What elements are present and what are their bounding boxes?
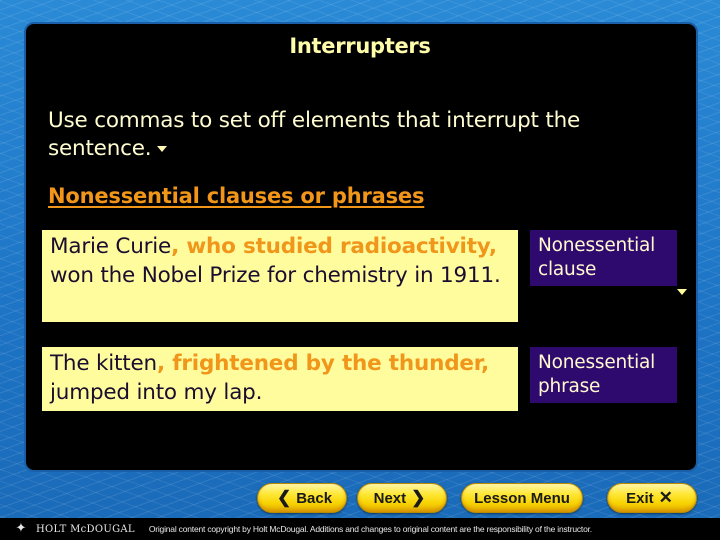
lesson-menu-label: Lesson Menu [474,489,570,507]
lesson-menu-button[interactable]: Lesson Menu [461,483,583,513]
close-icon: ✕ [658,488,673,507]
copyright-notice: Original content copyright by Holt McDou… [148,524,592,534]
intro-sentence: Use commas to set off elements that inte… [48,108,581,161]
exit-button[interactable]: Exit ✕ [607,483,697,513]
example-text-before: Marie Curie [50,234,172,259]
example-text-after: jumped into my lap. [50,380,263,405]
example-label-2: Nonessential phrase [530,347,677,403]
example-text-before: The kitten [50,351,157,376]
next-label: Next [373,489,407,507]
example-label-1: Nonessential clause [530,230,677,286]
exit-label: Exit [626,489,654,507]
chevron-left-icon: ❮ [276,488,292,507]
back-button[interactable]: ❮ Back [257,483,347,513]
next-button[interactable]: Next ❯ [357,483,447,513]
slide-title: Interrupters [289,34,431,58]
example-text-after: won the Nobel Prize for chemistry in 191… [50,263,501,288]
chevron-right-icon: ❯ [411,488,426,507]
brand-name: HOLT McDOUGAL [36,523,135,535]
footer-bar: ✦ HOLT McDOUGAL Original content copyrig… [0,518,720,540]
animation-trigger-icon[interactable] [157,146,168,152]
example-sentence-1: Marie Curie, who studied radioactivity, … [42,230,518,322]
subheading: Nonessential clauses or phrases [48,184,425,208]
intro-text: Use commas to set off elements that inte… [48,107,688,163]
example-highlight: , frightened by the thunder, [156,351,489,376]
back-label: Back [296,489,333,507]
example-highlight: , who studied radioactivity, [171,234,497,259]
example-sentence-2: The kitten, frightened by the thunder, j… [42,347,518,411]
animation-trigger-icon[interactable] [677,289,687,295]
holt-logo-icon: ✦ [15,521,27,536]
